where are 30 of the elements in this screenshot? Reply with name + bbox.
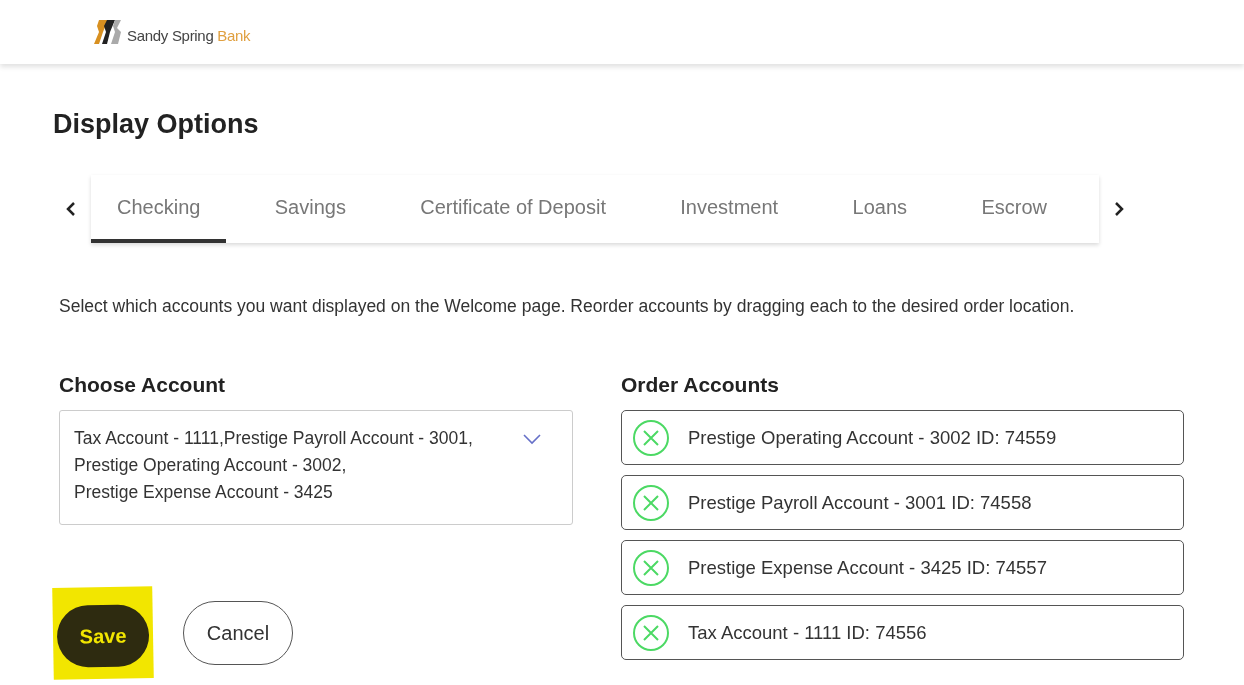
save-button[interactable]: Save	[56, 604, 150, 669]
remove-icon[interactable]	[632, 418, 670, 457]
account-label: Prestige Operating Account - 3002 ID: 74559	[688, 425, 1057, 450]
tab[interactable]: Certificate of Deposit	[394, 174, 632, 243]
account-label: Prestige Payroll Account - 3001 ID: 74558	[688, 490, 1032, 515]
logo-icon	[93, 18, 123, 46]
account-select[interactable]: Tax Account - 1111,Prestige Payroll Account - 3001, Prestige Operating Account - 3002, Prestige Expense Account - 3425	[59, 410, 573, 526]
account-row[interactable]: Tax Account - 1111 ID: 74556	[621, 605, 1184, 661]
instruction-text: Select which accounts you want displayed on the Welcome page. Reorder accounts by dragging each to the desired order location.	[59, 294, 1076, 318]
tab[interactable]: Checking	[91, 174, 227, 243]
remove-icon[interactable]	[632, 483, 670, 522]
tab[interactable]: Loans	[826, 174, 933, 243]
account-row[interactable]: Prestige Payroll Account - 3001 ID: 74558	[621, 475, 1184, 531]
account-row[interactable]: Prestige Expense Account - 3425 ID: 74557	[621, 540, 1184, 596]
cancel-button[interactable]: Cancel	[183, 601, 293, 666]
tab[interactable]: Savings	[248, 174, 372, 243]
logo-text: Sandy Spring Bank	[127, 25, 251, 46]
page-title: Display Options	[53, 108, 260, 141]
account-label: Prestige Expense Account - 3425 ID: 74557	[688, 555, 1047, 580]
chevron-right-icon	[1113, 200, 1125, 217]
account-row[interactable]: Prestige Operating Account - 3002 ID: 74559	[621, 410, 1184, 466]
chevron-left-icon	[65, 200, 77, 217]
remove-icon[interactable]	[632, 613, 670, 652]
chevron-down-icon	[522, 433, 542, 446]
tab[interactable]: Investment	[654, 174, 805, 243]
tab[interactable]: Escrow	[955, 174, 1073, 243]
section-heading: Order Accounts	[621, 371, 780, 398]
section-heading: Choose Account	[59, 371, 227, 398]
remove-icon[interactable]	[632, 548, 670, 587]
account-label: Tax Account - 1111 ID: 74556	[688, 620, 927, 645]
